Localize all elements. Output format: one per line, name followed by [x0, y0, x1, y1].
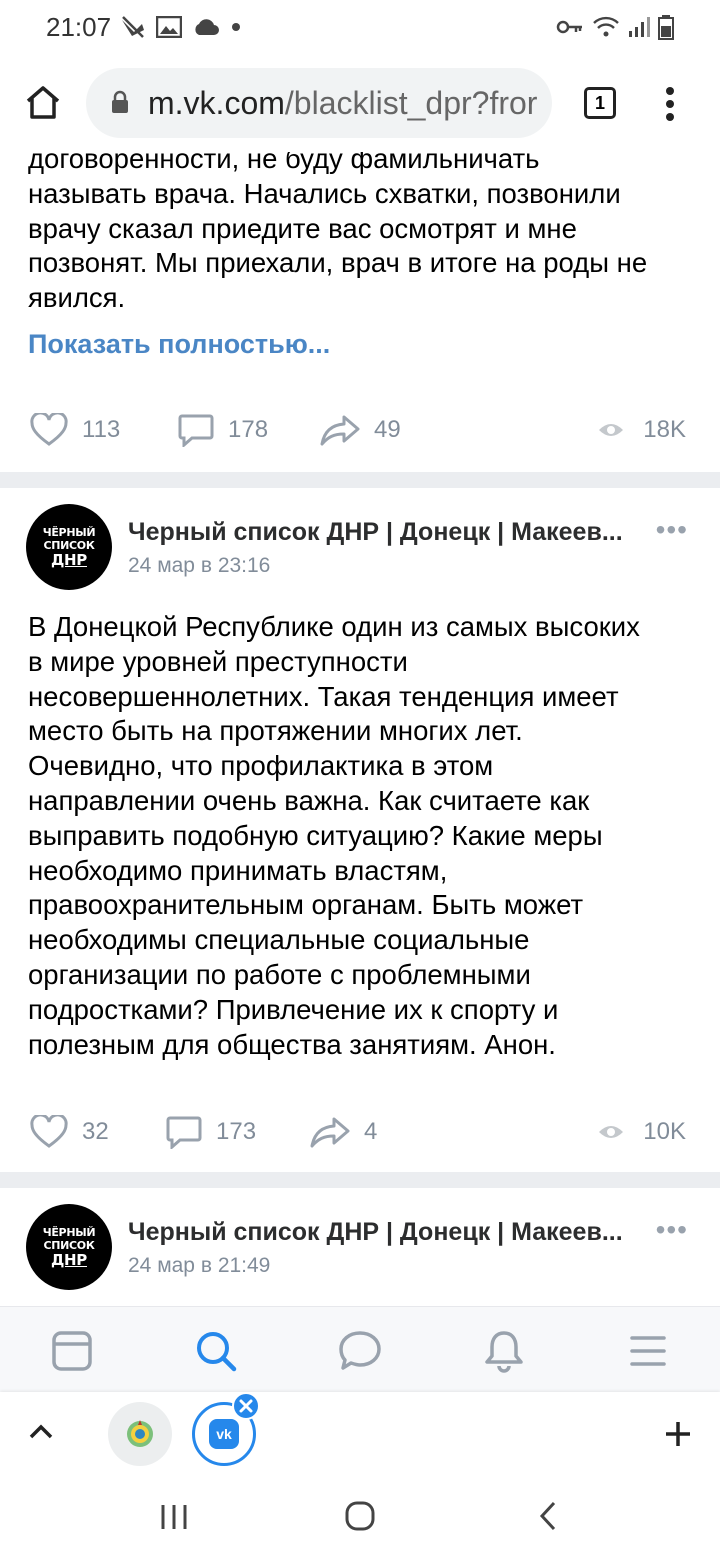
post-actions: 113 178 49 18K	[0, 402, 720, 458]
chevron-up-icon[interactable]	[28, 1422, 54, 1440]
share-icon	[320, 415, 360, 446]
share-count: 49	[374, 416, 401, 443]
browser-toolbar: m.vk.com/blacklist_dpr?fror 1	[0, 56, 720, 152]
lock-icon	[112, 90, 128, 113]
wifi-icon	[593, 16, 619, 37]
status-bar: 21:07	[0, 0, 720, 56]
battery-icon	[658, 15, 674, 40]
browser-tab-strip: vk	[0, 1392, 720, 1476]
emblem-icon	[127, 1420, 153, 1447]
post-text: В Донецкой Республике один из самых высо…	[28, 611, 640, 1060]
heart-icon	[30, 413, 68, 446]
tabs-icon[interactable]: 1	[584, 87, 616, 119]
search-icon[interactable]	[194, 1329, 238, 1373]
avatar[interactable]: ЧЁРНЫЙ СПИСОК ДНР	[26, 1204, 112, 1290]
news-feed[interactable]: договорённости, не буду фамильничать наз…	[0, 152, 720, 1306]
like-count: 32	[82, 1118, 109, 1145]
comment-button[interactable]: 173	[166, 1104, 256, 1160]
view-count: 10K	[643, 1118, 686, 1145]
url-text: m.vk.com/blacklist_dpr?fror	[148, 85, 538, 121]
share-icon	[310, 1117, 350, 1148]
comment-count: 178	[228, 416, 269, 443]
comment-icon	[178, 414, 214, 447]
comment-button[interactable]: 178	[178, 402, 268, 458]
gallery-icon	[156, 16, 182, 38]
bell-icon[interactable]	[482, 1329, 526, 1373]
home-icon[interactable]	[24, 83, 62, 121]
status-time: 21:07	[46, 12, 112, 42]
notification-bird-icon	[122, 16, 144, 38]
recents-icon[interactable]	[158, 1502, 190, 1532]
avatar[interactable]: ЧЁРНЫЙ СПИСОК ДНР	[26, 504, 112, 590]
post-more-button[interactable]: •••	[656, 1214, 688, 1246]
like-button[interactable]: 32	[30, 1104, 109, 1160]
post-author[interactable]: Черный список ДНР | Донецк | Макеев...	[128, 518, 632, 547]
post-actions: 32 173 4 10K	[0, 1104, 720, 1160]
post-more-button[interactable]: •••	[656, 514, 688, 546]
key-icon	[556, 20, 582, 34]
cloud-icon	[195, 19, 219, 35]
eye-icon	[599, 424, 624, 436]
messages-icon[interactable]	[338, 1329, 382, 1373]
views: 18K	[597, 402, 686, 458]
close-tab-button[interactable]	[232, 1392, 260, 1420]
post-author[interactable]: Черный список ДНР | Донецк | Макеев...	[128, 1218, 632, 1247]
heart-icon	[30, 1115, 68, 1148]
app-bottom-nav	[0, 1306, 720, 1392]
share-count: 4	[364, 1118, 378, 1145]
system-nav-bar	[0, 1476, 720, 1560]
comment-icon	[166, 1116, 202, 1149]
view-count: 18K	[643, 416, 686, 443]
like-button[interactable]: 113	[30, 402, 120, 458]
back-icon[interactable]	[538, 1500, 558, 1532]
post-header: ЧЁРНЫЙ СПИСОК ДНР Черный список ДНР | До…	[0, 1204, 720, 1304]
post-separator	[0, 472, 720, 488]
menu-icon[interactable]	[664, 86, 676, 122]
tab-thumbnail[interactable]	[108, 1402, 172, 1466]
post-date[interactable]: 24 мар в 23:16	[128, 554, 270, 578]
vk-icon: vk	[209, 1419, 239, 1449]
address-bar[interactable]: m.vk.com/blacklist_dpr?fror	[86, 68, 552, 138]
comment-count: 173	[216, 1118, 257, 1145]
show-more-link[interactable]: Показать полностью...	[28, 329, 330, 360]
plus-icon[interactable]	[664, 1420, 692, 1448]
eye-icon	[599, 1126, 624, 1138]
home-circle-icon[interactable]	[344, 1500, 376, 1532]
dot-icon	[232, 23, 240, 31]
share-button[interactable]: 4	[310, 1104, 377, 1160]
share-button[interactable]: 49	[320, 402, 401, 458]
post-separator	[0, 1172, 720, 1188]
signal-icon	[629, 17, 650, 37]
menu-lines-icon[interactable]	[626, 1329, 670, 1373]
like-count: 113	[82, 416, 121, 443]
post-header: ЧЁРНЫЙ СПИСОК ДНР Черный список ДНР | До…	[0, 504, 720, 604]
close-icon	[239, 1399, 253, 1413]
post-text: договорённости, не буду фамильничать наз…	[28, 152, 648, 314]
views: 10K	[597, 1104, 686, 1160]
post-date[interactable]: 24 мар в 21:49	[128, 1254, 270, 1278]
newsfeed-icon[interactable]	[50, 1329, 94, 1373]
